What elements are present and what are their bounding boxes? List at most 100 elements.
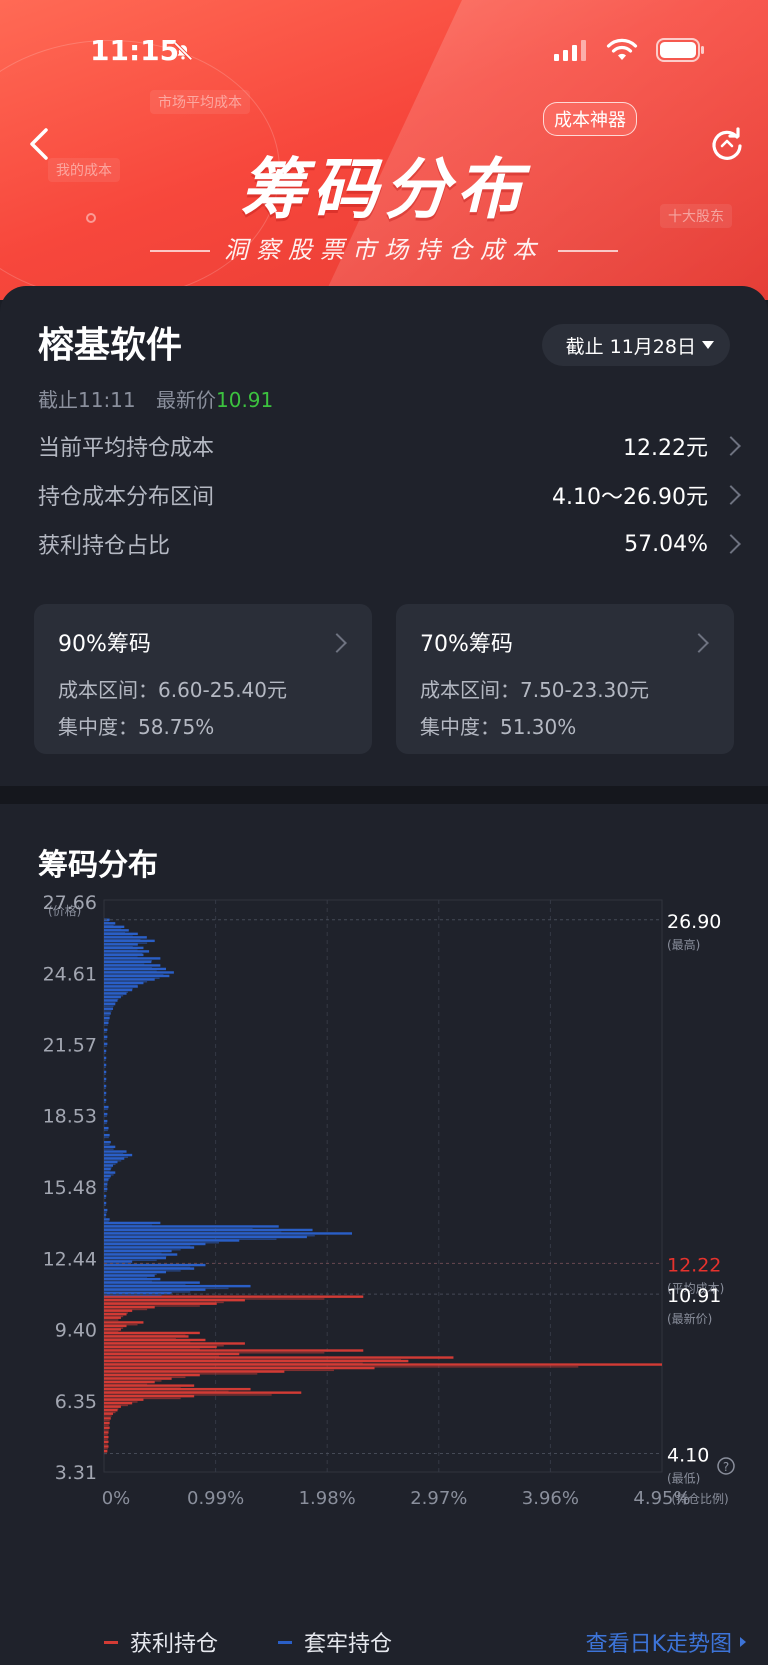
trapped-bar bbox=[104, 950, 150, 953]
trapped-bar bbox=[104, 995, 121, 999]
trapped-bar bbox=[104, 1225, 279, 1228]
k-link-label: 查看日K走势图 bbox=[585, 1632, 732, 1657]
trapped-bar bbox=[104, 1015, 110, 1017]
trapped-bar bbox=[104, 932, 138, 936]
profit-bar bbox=[104, 1445, 109, 1448]
trapped-bar bbox=[104, 992, 127, 995]
trapped-bar bbox=[104, 1052, 106, 1054]
metric-row-cost-range[interactable]: 持仓成本分布区间 4.10～26.90元 bbox=[38, 475, 741, 515]
trapped-bar bbox=[104, 936, 147, 939]
trapped-bar bbox=[104, 974, 170, 978]
trapped-bar bbox=[104, 1108, 108, 1111]
profit-bar bbox=[104, 1394, 195, 1398]
metric-row-profit-ratio[interactable]: 获利持仓占比 57.04% bbox=[38, 524, 741, 564]
profit-bar bbox=[104, 1373, 200, 1377]
trapped-bar bbox=[104, 1019, 109, 1022]
profit-bar bbox=[104, 1415, 112, 1417]
wifi-icon bbox=[606, 38, 638, 60]
profit-bar bbox=[104, 1309, 133, 1312]
page-subtitle-text: 洞察股票市场持仓成本 bbox=[224, 236, 544, 264]
y-tick-label: 24.61 bbox=[43, 963, 97, 985]
profit-bar bbox=[104, 1338, 206, 1342]
concentration-card-90[interactable]: 90%筹码 成本区间：6.60-25.40元 集中度：58.75% bbox=[34, 604, 372, 754]
legend-item-profit: 获利持仓 bbox=[104, 1626, 218, 1658]
profit-bar bbox=[104, 1409, 118, 1412]
trapped-bar bbox=[104, 971, 174, 974]
profit-bar bbox=[104, 1370, 285, 1373]
metric-row-avg-cost[interactable]: 当前平均持仓成本 12.22元 bbox=[38, 426, 741, 466]
trapped-bar bbox=[104, 1056, 107, 1060]
legend-swatch bbox=[104, 1640, 118, 1644]
concentration-degree: 集中度：51.30% bbox=[420, 715, 577, 739]
metric-value: 12.22元 bbox=[623, 436, 708, 461]
trapped-bar bbox=[104, 1024, 108, 1026]
trapped-bar bbox=[104, 1204, 106, 1207]
trapped-bar bbox=[104, 1038, 107, 1040]
trapped-bar bbox=[104, 1274, 155, 1277]
concentration-degree: 集中度：58.75% bbox=[58, 715, 215, 739]
marker-note: (最高) bbox=[667, 937, 700, 952]
trapped-bar bbox=[104, 1256, 166, 1260]
trapped-bar bbox=[104, 1028, 108, 1032]
y-tick-label: 6.35 bbox=[55, 1391, 97, 1413]
y-tick-label: 27.66 bbox=[43, 892, 97, 914]
trapped-bar bbox=[104, 1253, 178, 1256]
profit-bar bbox=[104, 1440, 109, 1444]
trapped-bar bbox=[104, 1021, 109, 1024]
trapped-bar bbox=[104, 964, 161, 967]
trapped-bar bbox=[104, 1031, 107, 1033]
trapped-bar bbox=[104, 1281, 200, 1284]
trapped-bar bbox=[104, 1239, 240, 1242]
marker-value: 10.91 bbox=[667, 1285, 721, 1307]
caret-down-icon bbox=[702, 341, 714, 349]
trapped-bar bbox=[104, 1010, 112, 1012]
marker-note: (最低) bbox=[667, 1472, 700, 1486]
trapped-bar bbox=[104, 981, 144, 985]
status-time: 11:15 bbox=[90, 34, 180, 67]
trapped-bar bbox=[104, 1291, 172, 1295]
concentration-range: 成本区间：6.60-25.40元 bbox=[58, 678, 288, 702]
trapped-bar bbox=[104, 1167, 111, 1171]
trapped-bar bbox=[104, 978, 155, 981]
x-tick-label: 2.97% bbox=[410, 1488, 467, 1509]
profit-bar bbox=[104, 1324, 127, 1328]
trapped-bar bbox=[104, 939, 155, 943]
concentration-card-70[interactable]: 70%筹码 成本区间：7.50-23.30元 集中度：51.30% bbox=[396, 604, 734, 754]
profit-bar bbox=[104, 1443, 108, 1445]
price-subline: 截止11:11 最新价10.91 bbox=[38, 384, 273, 413]
profit-bar bbox=[104, 1449, 108, 1453]
y-tick-label: 21.57 bbox=[43, 1035, 97, 1057]
date-selector-label: 截止 11月28日 bbox=[565, 335, 696, 358]
legend-label: 套牢持仓 bbox=[304, 1632, 393, 1657]
profit-bar bbox=[104, 1412, 114, 1415]
trapped-bar bbox=[104, 1197, 106, 1200]
trapped-bar bbox=[104, 1087, 106, 1089]
daily-k-chart-link[interactable]: 查看日K走势图 bbox=[586, 1626, 746, 1658]
x-tick-label: 3.96% bbox=[522, 1488, 579, 1509]
concentration-title: 90%筹码 bbox=[58, 632, 151, 657]
trapped-bar bbox=[104, 1133, 110, 1137]
marker-value: 26.90 bbox=[667, 911, 721, 933]
profit-bar bbox=[104, 1391, 302, 1394]
trapped-bar bbox=[104, 946, 144, 950]
trapped-bar bbox=[104, 1181, 108, 1183]
trapped-bar bbox=[104, 1005, 114, 1008]
profit-bar bbox=[104, 1352, 240, 1356]
x-axis-label: (持仓比例) bbox=[671, 1491, 728, 1506]
profit-bar bbox=[104, 1328, 121, 1331]
ghost-label: 市场平均成本 bbox=[150, 90, 250, 114]
trapped-bar bbox=[104, 1042, 108, 1046]
trapped-bar bbox=[104, 1190, 107, 1192]
date-selector[interactable]: 截止 11月28日 bbox=[541, 324, 730, 366]
trapped-bar bbox=[104, 1221, 161, 1225]
latest-price-label: 最新价 bbox=[156, 388, 216, 412]
profit-bar bbox=[104, 1342, 245, 1345]
trapped-bar bbox=[104, 1105, 109, 1109]
metric-value: 4.10～26.90元 bbox=[552, 485, 708, 510]
chip-distribution-section: 筹码分布 0% 0.99% 1.98% 2.97% 3.96% 4.95% (持仓比例) (价… bbox=[0, 804, 768, 1665]
profit-bar bbox=[104, 1448, 108, 1450]
x-tick-label: 0.99% bbox=[187, 1488, 244, 1509]
profit-bar bbox=[104, 1405, 121, 1408]
profit-bar bbox=[104, 1359, 409, 1363]
trapped-bar bbox=[104, 953, 144, 957]
